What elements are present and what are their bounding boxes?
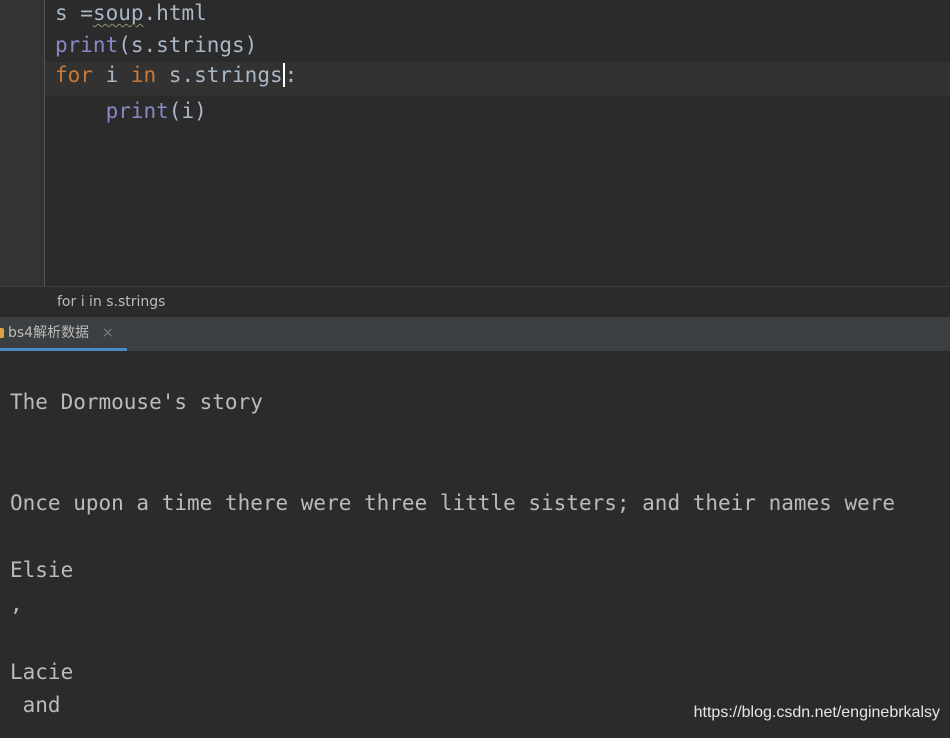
token-iterable: s.strings: [156, 63, 283, 87]
code-area[interactable]: s =soup.html print(s.strings) for i in s…: [45, 0, 950, 286]
close-icon[interactable]: ×: [102, 317, 114, 349]
code-line-2[interactable]: print(s.strings): [45, 32, 950, 66]
token-colon: :: [284, 63, 298, 87]
code-line-4[interactable]: print(i): [45, 98, 950, 132]
console-line: Once upon a time there were three little…: [10, 491, 896, 515]
ide-window: s =soup.html print(s.strings) for i in s…: [0, 0, 950, 738]
console-line: The Dormouse's story: [10, 390, 263, 414]
breadcrumb: for i in s.strings: [0, 286, 950, 317]
token-in-keyword: in: [130, 63, 157, 87]
code-line-3-current[interactable]: for i in s.strings:: [45, 62, 950, 96]
console-line: and: [10, 693, 61, 717]
token-soup-typo: soup: [92, 1, 144, 25]
token-for-keyword: for: [55, 63, 93, 87]
token-print: print: [55, 33, 119, 57]
token-loop-var: i: [92, 63, 131, 87]
console-line: Lacie: [10, 660, 74, 684]
watermark-url: https://blog.csdn.net/enginebrkalsy: [693, 704, 940, 721]
run-tab-label: bs4解析数据: [8, 325, 90, 341]
run-tab-bs4[interactable]: bs4解析数据 ×: [0, 317, 127, 351]
token-print: print: [105, 99, 169, 123]
token-args: (s.strings): [118, 33, 258, 57]
run-tab-bar: bs4解析数据 ×: [0, 317, 950, 351]
run-console[interactable]: The Dormouse's story Once upon a time th…: [0, 351, 950, 738]
console-line: Elsie: [10, 558, 74, 582]
token-var: s: [55, 1, 68, 25]
token-args: (i): [168, 99, 207, 123]
breadcrumb-item[interactable]: for i in s.strings: [57, 287, 165, 317]
code-line-1[interactable]: s =soup.html: [45, 0, 950, 34]
token-attr: .html: [143, 1, 207, 25]
code-editor[interactable]: s =soup.html print(s.strings) for i in s…: [0, 0, 950, 286]
token-operator: =: [67, 1, 93, 25]
console-line: ,: [10, 592, 23, 616]
editor-gutter[interactable]: [0, 0, 45, 286]
python-run-icon: [0, 328, 4, 338]
